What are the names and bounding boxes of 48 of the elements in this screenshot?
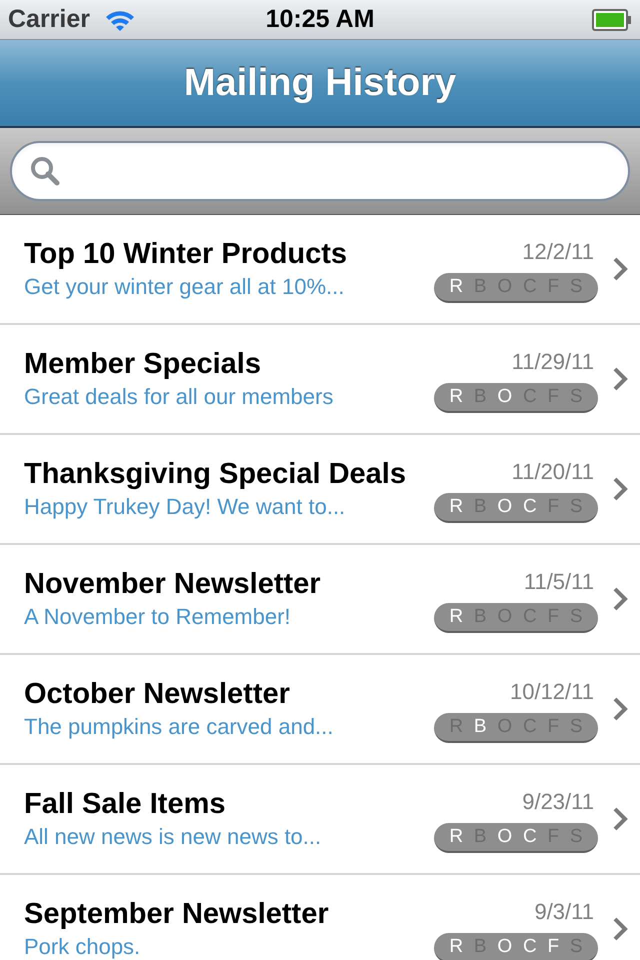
status-letter: F bbox=[547, 935, 560, 959]
mailing-title: Member Specials bbox=[24, 347, 262, 382]
status-letter: C bbox=[522, 495, 537, 519]
status-letter: R bbox=[449, 275, 464, 299]
status-letter: R bbox=[449, 825, 464, 849]
status-letter: R bbox=[449, 385, 464, 409]
status-letter: O bbox=[497, 495, 512, 519]
status-letter: O bbox=[497, 385, 512, 409]
status-letter: R bbox=[449, 935, 464, 959]
mailing-date: 11/20/11 bbox=[512, 458, 595, 486]
chevron-icon bbox=[612, 696, 628, 722]
mailing-title: October Newsletter bbox=[24, 677, 291, 712]
mailing-preview: Great deals for all our members bbox=[24, 383, 334, 411]
status-letter: R bbox=[449, 495, 464, 519]
chevron-icon bbox=[612, 916, 628, 942]
mailing-preview: Get your winter gear all at 10%... bbox=[24, 273, 346, 301]
mailing-date: 12/2/11 bbox=[522, 238, 595, 266]
carrier-label: Carrier bbox=[8, 4, 90, 35]
mailing-preview: Pork chops. bbox=[24, 933, 142, 960]
battery-icon bbox=[592, 8, 632, 30]
status-letter: R bbox=[449, 605, 464, 629]
mailing-title: Fall Sale Items bbox=[24, 787, 226, 822]
chevron-icon bbox=[612, 366, 628, 392]
chevron-icon bbox=[612, 806, 628, 832]
screen-title: Mailing History bbox=[184, 60, 456, 106]
search-icon bbox=[30, 156, 60, 186]
status-letter: B bbox=[474, 715, 487, 739]
chevron-icon bbox=[612, 256, 628, 282]
mailing-date: 9/23/11 bbox=[522, 788, 595, 816]
mailing-preview: All new news is new news to... bbox=[24, 823, 322, 851]
status-letter: O bbox=[497, 935, 512, 959]
mailing-date: 10/12/11 bbox=[510, 678, 595, 706]
mailing-date: 9/3/11 bbox=[534, 898, 595, 926]
mailing-date: 11/29/11 bbox=[512, 348, 595, 376]
mailing-preview: A November to Remember! bbox=[24, 603, 292, 631]
status-letter: C bbox=[522, 825, 537, 849]
mailing-title: Thanksgiving Special Deals bbox=[24, 457, 407, 492]
chevron-icon bbox=[612, 586, 628, 612]
mailing-preview: The pumpkins are carved and... bbox=[24, 713, 334, 741]
mailing-title: Top 10 Winter Products bbox=[24, 237, 348, 272]
mailing-preview: Happy Trukey Day! We want to... bbox=[24, 493, 346, 521]
clock-label: 10:25 AM bbox=[266, 4, 374, 35]
mailing-title: September Newsletter bbox=[24, 897, 330, 932]
mailing-title: November Newsletter bbox=[24, 567, 322, 602]
chevron-icon bbox=[612, 476, 628, 502]
status-letter: C bbox=[522, 935, 537, 959]
mailing-date: 11/5/11 bbox=[524, 568, 595, 596]
status-letter: O bbox=[497, 825, 512, 849]
